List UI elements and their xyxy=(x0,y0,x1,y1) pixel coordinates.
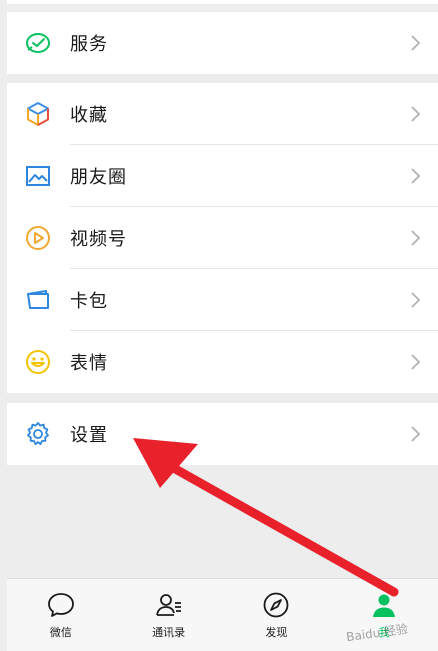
menu-item-moments[interactable]: 朋友圈 xyxy=(7,145,438,207)
menu-item-label: 设置 xyxy=(70,425,108,446)
menu-item-label: 朋友圈 xyxy=(70,167,127,188)
menu-item-channels[interactable]: 视频号 xyxy=(7,207,438,269)
discover-compass-icon xyxy=(263,592,289,618)
tab-label: 发现 xyxy=(265,626,288,639)
chat-bubble-icon xyxy=(47,593,74,617)
tab-label: 通讯录 xyxy=(152,626,186,639)
menu-item-label: 视频号 xyxy=(70,229,127,250)
tab-label: 微信 xyxy=(49,626,72,639)
menu-group-main: 收藏 朋友圈 视频号 卡包 表情 xyxy=(7,83,438,393)
moments-image-icon xyxy=(25,163,51,189)
favorites-cube-icon xyxy=(25,101,51,127)
menu-item-card-wallet[interactable]: 卡包 xyxy=(7,269,438,331)
sticker-smile-icon xyxy=(25,349,51,375)
menu-group-services: 服务 xyxy=(7,12,438,74)
chevron-right-icon xyxy=(411,292,421,308)
menu-item-label: 表情 xyxy=(70,353,108,374)
me-person-icon xyxy=(373,594,396,617)
contacts-icon xyxy=(155,594,181,616)
bottom-tab-bar: 微信 通讯录 发现 我 Baidu 经验 xyxy=(7,578,438,651)
menu-item-stickers[interactable]: 表情 xyxy=(7,331,438,393)
menu-item-label: 收藏 xyxy=(70,105,108,126)
tab-contacts[interactable]: 通讯录 xyxy=(115,579,223,651)
menu-item-favorites[interactable]: 收藏 xyxy=(7,83,438,145)
previous-card-edge xyxy=(7,0,438,4)
menu-item-settings[interactable]: 设置 xyxy=(7,403,438,465)
settings-gear-icon xyxy=(25,421,51,447)
chevron-right-icon xyxy=(411,354,421,370)
service-wallet-icon xyxy=(25,30,51,56)
tab-discover[interactable]: 发现 xyxy=(223,579,331,651)
chevron-right-icon xyxy=(411,230,421,246)
tab-chats[interactable]: 微信 xyxy=(7,579,115,651)
menu-item-label: 卡包 xyxy=(70,291,108,312)
chevron-right-icon xyxy=(411,426,421,442)
channels-play-icon xyxy=(25,225,51,251)
card-wallet-icon xyxy=(25,287,51,313)
chevron-right-icon xyxy=(411,35,421,51)
menu-item-label: 服务 xyxy=(70,34,108,55)
menu-group-settings: 设置 xyxy=(7,403,438,465)
chevron-right-icon xyxy=(411,106,421,122)
menu-item-services[interactable]: 服务 xyxy=(7,12,438,74)
chevron-right-icon xyxy=(411,168,421,184)
